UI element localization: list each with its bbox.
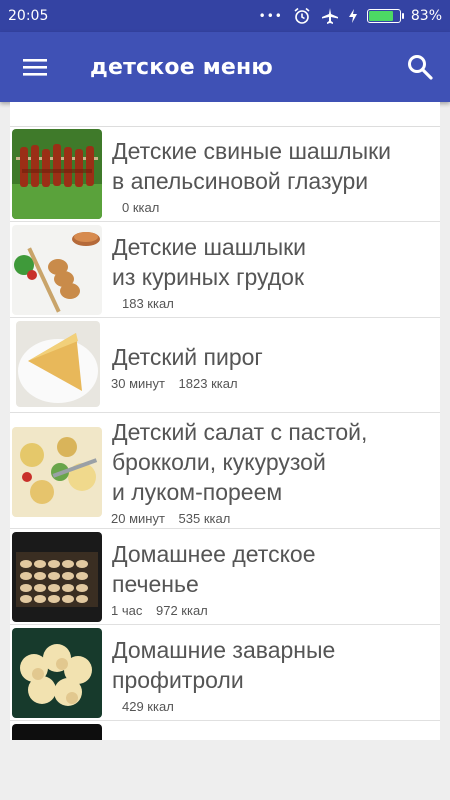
recipe-name-line: Детский пирог: [112, 344, 263, 370]
recipe-meta: 183 ккал: [122, 296, 184, 311]
status-time: 20:05: [8, 8, 49, 24]
status-icons: ••• 83%: [259, 7, 442, 25]
recipe-name: Домашние заварные профитроли: [112, 635, 438, 695]
recipe-item[interactable]: Детский пирог 30 минут 1823 ккал: [10, 318, 440, 413]
recipe-meta: 30 минут 1823 ккал: [111, 376, 248, 391]
page-title: детское меню: [90, 54, 273, 80]
recipe-name-line: Домашние заварные: [112, 637, 336, 663]
recipe-thumbnail: [12, 724, 102, 740]
alarm-icon: [294, 7, 310, 24]
recipe-name-line: в апельсиновой глазури: [112, 168, 369, 194]
recipe-name-line: брокколи, кукурузой: [112, 449, 326, 475]
recipe-item-partial[interactable]: [10, 721, 440, 740]
recipe-list[interactable]: Детские свиные шашлыки в апельсиновой гл…: [10, 102, 440, 740]
recipe-calories: 1823 ккал: [178, 376, 238, 391]
battery-level-fill: [368, 11, 393, 21]
recipe-name: Детский салат с пастой, брокколи, кукуру…: [112, 417, 438, 507]
recipe-item[interactable]: Детский салат с пастой, брокколи, кукуру…: [10, 413, 440, 529]
recipe-calories: 429 ккал: [122, 699, 174, 714]
recipe-item[interactable]: Детские шашлыки из куриных грудок 183 кк…: [10, 222, 440, 318]
recipe-time: 30 минут: [111, 376, 165, 391]
recipe-name-line: Домашнее детское: [112, 541, 316, 567]
recipe-thumbnail: [12, 129, 102, 219]
recipe-name-line: Детский салат с пастой,: [112, 419, 368, 445]
recipe-name-line: Детские шашлыки: [112, 234, 307, 260]
app-bar: детское меню: [0, 32, 450, 102]
recipe-calories: 535 ккал: [178, 511, 231, 526]
status-bar: 20:05 ••• 83%: [0, 0, 450, 32]
recipe-name-line: и луком-пореем: [112, 479, 283, 505]
recipe-name-line: Детские свиные шашлыки: [112, 138, 392, 164]
recipe-thumbnail: [12, 628, 102, 718]
recipe-item[interactable]: Домашние заварные профитроли 429 ккал: [10, 625, 440, 721]
recipe-time: 20 минут: [111, 511, 165, 526]
recipe-name: Домашнее детское печенье: [112, 539, 438, 599]
recipe-name-line: из куриных грудок: [112, 264, 305, 290]
recipe-name-line: профитроли: [112, 667, 244, 693]
hamburger-menu-icon: [23, 59, 47, 76]
recipe-thumbnail: [16, 321, 100, 407]
previous-list-item-edge: [10, 102, 440, 127]
recipe-item[interactable]: Детские свиные шашлыки в апельсиновой гл…: [10, 126, 440, 222]
recipe-name: Детские шашлыки из куриных грудок: [112, 232, 438, 292]
recipe-name-line: печенье: [112, 571, 199, 597]
recipe-meta: 429 ккал: [122, 699, 184, 714]
airplane-mode-icon: [321, 8, 338, 24]
recipe-item[interactable]: Домашнее детское печенье 1 час 972 ккал: [10, 529, 440, 625]
recipe-calories: 183 ккал: [122, 296, 174, 311]
recipe-thumbnail: [12, 532, 102, 622]
recipe-calories: 0 ккал: [122, 200, 160, 215]
recipe-name: Детские свиные шашлыки в апельсиновой гл…: [112, 136, 438, 196]
recipe-meta: 20 минут 535 ккал: [111, 511, 240, 526]
battery-percent: 83%: [410, 8, 442, 24]
battery-icon: [366, 9, 404, 23]
charging-icon: [348, 9, 357, 23]
recipe-name: Детский пирог: [112, 342, 438, 372]
search-button[interactable]: [406, 53, 434, 81]
recipe-calories: 972 ккал: [155, 603, 208, 618]
recipe-time: 1 час: [111, 603, 143, 618]
search-icon: [408, 55, 433, 80]
menu-button[interactable]: [0, 32, 70, 102]
recipe-meta: 1 час 972 ккал: [111, 603, 218, 618]
recipe-thumbnail: [12, 225, 102, 315]
notification-dots: •••: [258, 9, 283, 23]
recipe-thumbnail: [12, 427, 102, 517]
recipe-meta: 0 ккал: [122, 200, 169, 215]
